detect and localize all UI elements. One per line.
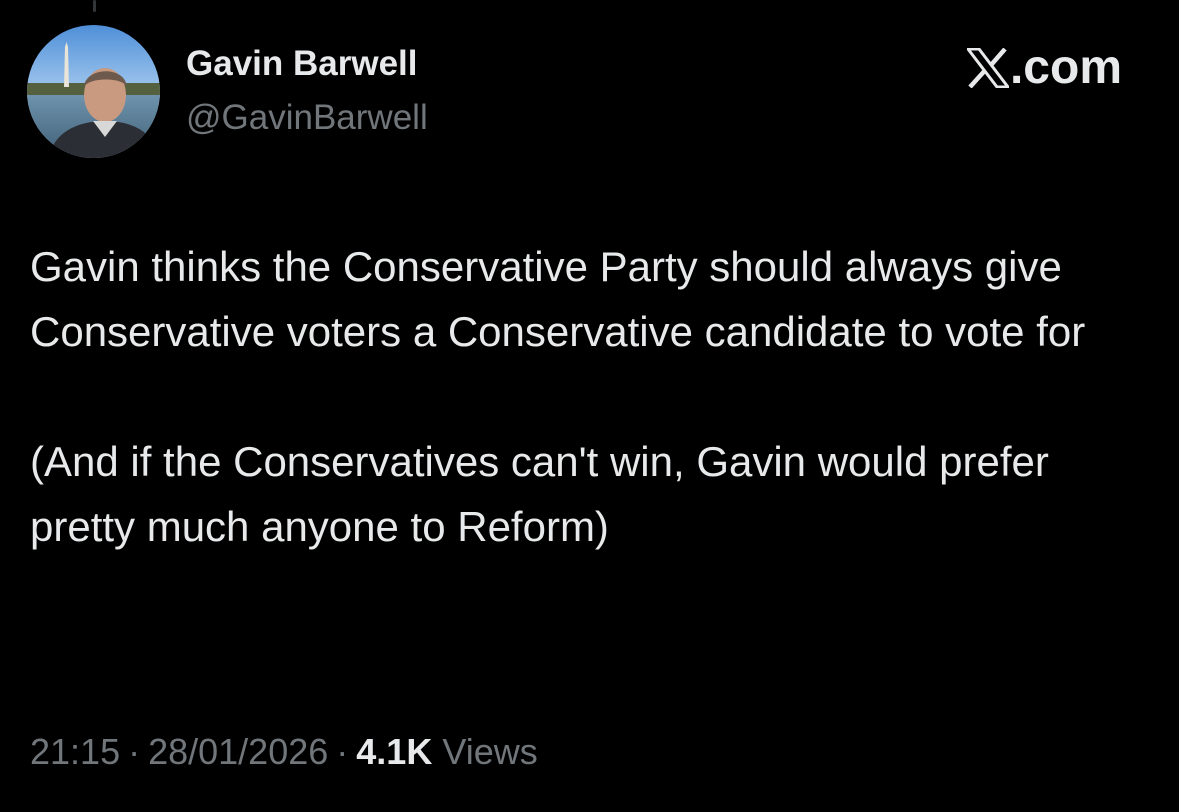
avatar[interactable] bbox=[27, 25, 160, 158]
brand-label: .com bbox=[1009, 41, 1122, 94]
tweet-paragraph: (And if the Conservatives can't win, Gav… bbox=[30, 438, 1049, 550]
brand-watermark: .com bbox=[966, 38, 1122, 98]
x-logo-icon bbox=[966, 48, 1009, 88]
author-name[interactable]: Gavin Barwell bbox=[186, 42, 417, 86]
tweet-time[interactable]: 21:15 bbox=[30, 731, 120, 772]
tweet-text: Gavin thinks the Conservative Party shou… bbox=[30, 234, 1150, 559]
tweet-date[interactable]: 28/01/2026 bbox=[148, 731, 328, 772]
views-count[interactable]: 4.1K bbox=[356, 731, 432, 772]
thread-connector-line bbox=[93, 0, 96, 12]
tweet-paragraph: Gavin thinks the Conservative Party shou… bbox=[30, 243, 1086, 355]
author-handle[interactable]: @GavinBarwell bbox=[186, 96, 428, 140]
profile-photo bbox=[27, 25, 160, 158]
views-label: Views bbox=[442, 731, 538, 772]
meta-separator: · bbox=[128, 731, 141, 772]
meta-separator: · bbox=[336, 731, 349, 772]
tweet-metadata: 21:15 · 28/01/2026 · 4.1K Views bbox=[30, 728, 538, 776]
